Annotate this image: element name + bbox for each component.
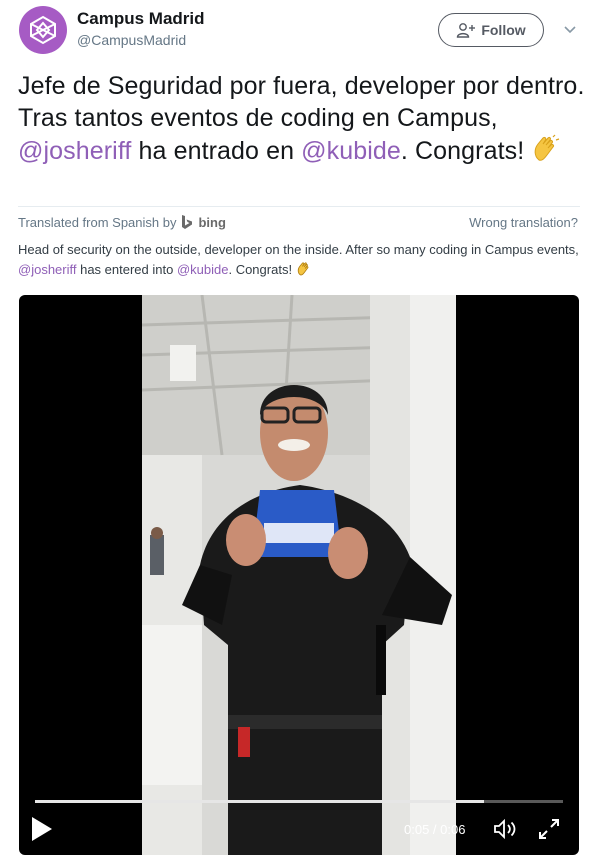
mention-link-josheriff[interactable]: @josheriff: [18, 262, 76, 277]
mention-link-josheriff[interactable]: @josheriff: [18, 137, 131, 165]
handle[interactable]: @CampusMadrid: [77, 32, 186, 48]
translated-from-text: Translated from Spanish by: [18, 215, 177, 230]
video-time: 0:05 / 0:06: [404, 822, 466, 837]
clapping-hands-icon: [534, 134, 560, 161]
mention-link-kubide[interactable]: @kubide: [177, 262, 229, 277]
tweet-text-part: . Congrats!: [400, 137, 525, 165]
translated-text-part: Head of security on the outside, develop…: [18, 242, 579, 257]
tweet-text-part: Jefe de Seguridad por fuera, developer p…: [18, 72, 585, 132]
bing-label: bing: [198, 215, 226, 230]
bing-logo-icon: [182, 215, 193, 229]
play-icon[interactable]: [29, 814, 55, 844]
translated-text-part: . Congrats!: [228, 262, 293, 277]
add-user-icon: [457, 23, 476, 38]
clapping-hands-icon: [297, 262, 309, 276]
wrong-translation-link[interactable]: Wrong translation?: [469, 215, 578, 230]
fullscreen-icon[interactable]: [537, 817, 561, 841]
avatar[interactable]: [19, 6, 67, 54]
tweet-text-part: ha entrado en: [131, 137, 302, 165]
translation-bar: Translated from Spanish by bing Wrong tr…: [18, 206, 580, 237]
video-frame: [142, 295, 456, 855]
volume-icon[interactable]: [493, 818, 519, 840]
translated-label: Translated from Spanish by bing: [18, 215, 226, 230]
tweet-text: Jefe de Seguridad por fuera, developer p…: [18, 70, 590, 167]
progress-bar[interactable]: [35, 800, 563, 803]
follow-label: Follow: [481, 22, 526, 38]
video-player[interactable]: 0:05 / 0:06: [19, 295, 579, 855]
campus-logo-icon: [30, 15, 56, 45]
translated-text: Head of security on the outside, develop…: [18, 240, 584, 280]
display-name[interactable]: Campus Madrid: [77, 9, 205, 29]
translated-text-part: has entered into: [76, 262, 177, 277]
mention-link-kubide[interactable]: @kubide: [301, 137, 401, 165]
follow-button[interactable]: Follow: [438, 13, 544, 47]
chevron-down-icon[interactable]: [562, 22, 578, 38]
progress-fill: [35, 800, 484, 803]
